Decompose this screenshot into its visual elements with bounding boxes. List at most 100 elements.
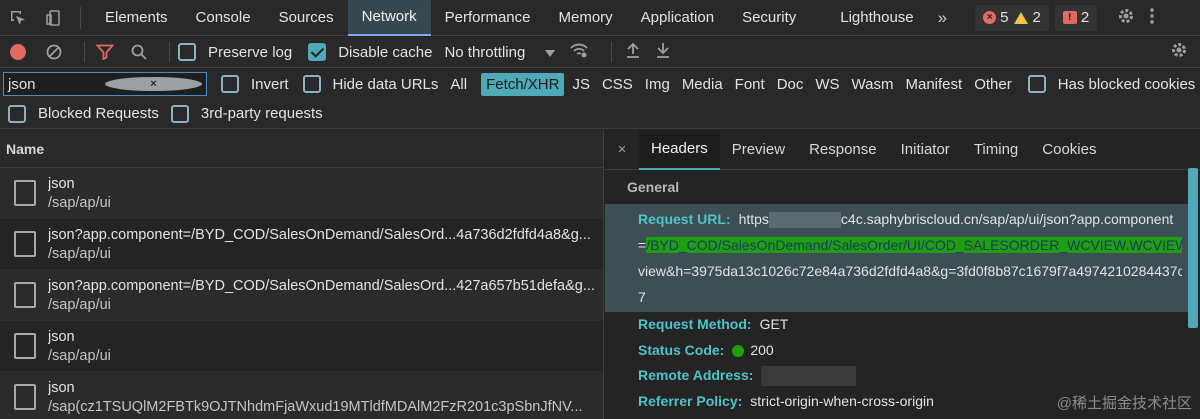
details-scrollbar[interactable] — [1188, 168, 1198, 328]
name-column-header[interactable]: Name — [0, 130, 603, 168]
request-file-icon — [14, 231, 36, 257]
warnings-value: 2 — [1032, 9, 1041, 26]
tab-response[interactable]: Response — [797, 130, 889, 170]
filter-search-input[interactable]: json × — [3, 72, 207, 96]
type-filter-css[interactable]: CSS — [602, 76, 633, 93]
devtools-tabbar: Elements Console Sources Network Perform… — [0, 0, 1200, 36]
chevron-down-icon[interactable] — [545, 44, 556, 61]
details-tabs: × Headers Preview Response Initiator Tim… — [605, 129, 1200, 170]
request-url-equals: = — [638, 237, 647, 253]
request-file-icon — [14, 180, 36, 206]
disable-cache-label: Disable cache — [338, 43, 433, 61]
request-url-highlight: /BYD_COD/SalesOnDemand/SalesOrder/UI/COD… — [646, 237, 1182, 253]
tab-sources[interactable]: Sources — [265, 0, 348, 36]
tab-network[interactable]: Network — [347, 0, 431, 36]
request-url-tail: 7 — [638, 289, 646, 305]
search-icon[interactable] — [127, 44, 151, 60]
disable-cache-checkbox[interactable] — [308, 43, 327, 61]
issues-counter[interactable]: × 5 2 — [975, 4, 1049, 31]
remote-address-row: Remote Address: — [605, 363, 1200, 389]
general-section-title[interactable]: General — [605, 170, 1200, 204]
clear-search-icon[interactable]: × — [105, 77, 202, 91]
tab-lighthouse[interactable]: Lighthouse — [826, 0, 927, 36]
separator — [80, 6, 81, 29]
request-path: /sap(cz1TSUQlM2FBTk9OJTNhdmFjaWxud19MTld… — [48, 398, 583, 415]
request-file-icon — [14, 384, 36, 410]
blocked-requests-checkbox[interactable] — [8, 104, 26, 123]
table-row[interactable]: json/sap/ap/ui — [0, 321, 603, 372]
request-name: json — [48, 328, 75, 345]
request-file-icon — [14, 282, 36, 308]
tab-headers[interactable]: Headers — [639, 129, 720, 170]
request-path: /sap/ap/ui — [48, 296, 111, 313]
watermark: @稀土掘金技术社区 — [1056, 395, 1192, 412]
issues-badge[interactable]: ! 2 — [1054, 4, 1098, 31]
filter-icon[interactable] — [93, 44, 117, 60]
export-har-icon[interactable] — [656, 42, 670, 62]
table-row[interactable]: json/sap/ap/ui — [0, 168, 603, 219]
import-har-icon[interactable] — [626, 42, 640, 62]
invert-label: Invert — [251, 75, 289, 93]
status-ok-icon — [732, 344, 745, 357]
table-row[interactable]: json?app.component=/BYD_COD/SalesOnDeman… — [0, 219, 603, 270]
settings-gear-icon[interactable] — [1117, 7, 1135, 29]
redacted-remote-address — [761, 366, 857, 387]
tab-security[interactable]: Security — [728, 0, 826, 36]
request-method-label: Request Method: — [638, 316, 752, 332]
issue-flag-icon: ! — [1062, 11, 1077, 24]
tab-elements[interactable]: Elements — [91, 0, 182, 36]
request-details-panel: × Headers Preview Response Initiator Tim… — [605, 129, 1200, 419]
tab-initiator[interactable]: Initiator — [889, 130, 962, 170]
type-filter-fetch-xhr[interactable]: Fetch/XHR — [481, 72, 565, 96]
table-row[interactable]: json?app.component=/BYD_COD/SalesOnDeman… — [0, 270, 603, 321]
type-filter-manifest[interactable]: Manifest — [906, 76, 963, 93]
preserve-log-label: Preserve log — [208, 43, 293, 61]
blocked-filter-row: Blocked Requests 3rd-party requests — [0, 99, 1200, 129]
inspect-element-icon[interactable] — [0, 0, 36, 36]
tab-preview[interactable]: Preview — [720, 130, 797, 170]
clear-icon[interactable] — [42, 44, 66, 60]
blocked-requests-label: Blocked Requests — [38, 105, 159, 122]
third-party-requests-label: 3rd-party requests — [200, 105, 323, 122]
tab-cookies[interactable]: Cookies — [1030, 130, 1108, 170]
referrer-policy-label: Referrer Policy: — [638, 392, 743, 409]
type-filter-img[interactable]: Img — [645, 76, 670, 93]
invert-checkbox[interactable] — [221, 75, 239, 93]
errors-count: × 5 — [983, 9, 1008, 26]
hide-data-urls-checkbox[interactable] — [302, 75, 321, 93]
tab-console[interactable]: Console — [182, 0, 265, 36]
type-filter-media[interactable]: Media — [682, 76, 723, 93]
record-icon[interactable] — [10, 44, 26, 60]
request-path: /sap/ap/ui — [48, 245, 111, 262]
more-tabs-icon[interactable]: » — [928, 8, 957, 28]
referrer-policy-value: strict-origin-when-cross-origin — [750, 392, 934, 409]
device-toolbar-icon[interactable] — [36, 0, 72, 36]
error-icon: × — [983, 11, 997, 24]
request-url-block: Request URL: https c4c.saphybriscloud.cn/s… — [605, 204, 1190, 312]
type-filter-js[interactable]: JS — [572, 76, 590, 93]
close-details-icon[interactable]: × — [605, 141, 639, 158]
type-filter-ws[interactable]: WS — [815, 76, 839, 93]
third-party-requests-checkbox[interactable] — [170, 104, 189, 123]
type-filter-other[interactable]: Other — [974, 76, 1012, 93]
type-filter-wasm[interactable]: Wasm — [852, 76, 894, 93]
throttling-select[interactable]: No throttling — [444, 44, 525, 61]
tabbar-right-actions — [1117, 7, 1155, 29]
has-blocked-cookies-checkbox[interactable] — [1027, 75, 1046, 93]
network-settings-gear-icon[interactable] — [1170, 41, 1188, 63]
tab-memory[interactable]: Memory — [545, 0, 627, 36]
request-name: json — [48, 175, 75, 192]
errors-value: 5 — [1000, 9, 1009, 26]
type-filter-font[interactable]: Font — [735, 76, 765, 93]
type-filter-doc[interactable]: Doc — [777, 76, 804, 93]
type-filter-all[interactable]: All — [450, 76, 467, 93]
network-conditions-icon[interactable] — [569, 42, 589, 62]
table-row[interactable]: json/sap(cz1TSUQlM2FBTk9OJTNhdmFjaWxud19… — [0, 372, 603, 419]
preserve-log-checkbox[interactable] — [178, 43, 196, 61]
tab-performance[interactable]: Performance — [431, 0, 545, 36]
tab-application[interactable]: Application — [627, 0, 728, 36]
tab-timing[interactable]: Timing — [962, 130, 1030, 170]
separator — [169, 42, 170, 62]
request-method-value: GET — [759, 316, 789, 332]
kebab-menu-icon[interactable] — [1149, 7, 1155, 29]
